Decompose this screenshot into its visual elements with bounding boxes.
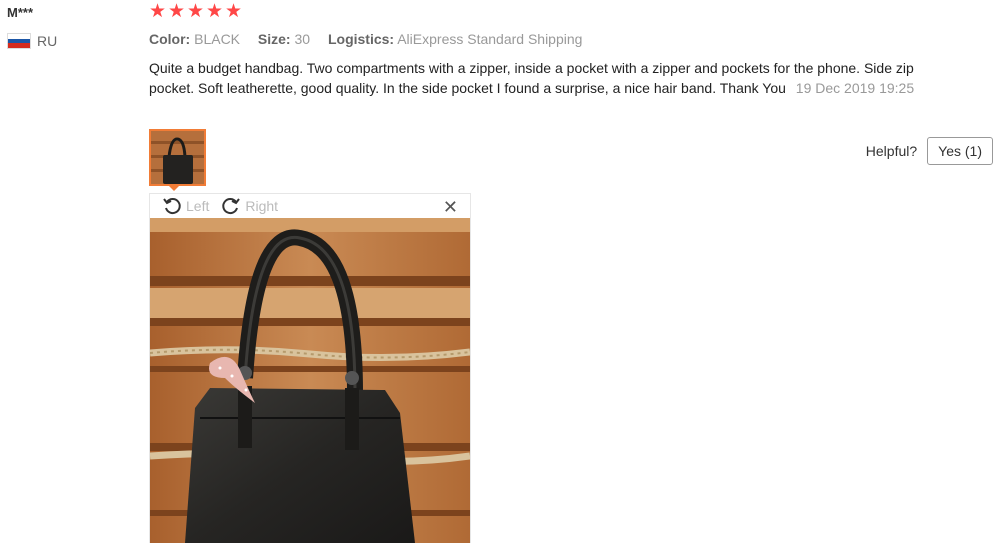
close-icon[interactable]: ✕ xyxy=(443,197,458,218)
photo-viewer: Left Right ✕ xyxy=(149,193,471,543)
star-icon: ★ xyxy=(168,1,186,22)
rotate-left-button[interactable]: Left xyxy=(162,196,209,216)
review-photo-thumbnail[interactable] xyxy=(149,129,206,186)
order-attributes: Color: BLACK Size: 30 Logistics: AliExpr… xyxy=(149,31,596,47)
attr-key-color: Color: xyxy=(149,31,191,47)
review-item: M*** RU ★ ★ ★ ★ ★ Color: BLACK Size: 30 … xyxy=(0,0,1000,543)
attr-value-logistics: AliExpress Standard Shipping xyxy=(397,31,583,47)
star-rating: ★ ★ ★ ★ ★ xyxy=(149,1,243,22)
rotate-left-label: Left xyxy=(186,198,210,214)
thumbnail-pointer xyxy=(167,184,181,191)
star-icon: ★ xyxy=(225,1,243,22)
rotate-right-button[interactable]: Right xyxy=(221,196,278,216)
handbag-photo xyxy=(150,218,470,543)
reviewer-name: M*** xyxy=(7,5,34,20)
country-code: RU xyxy=(37,33,58,49)
helpful-label: Helpful? xyxy=(865,143,918,159)
handbag-thumbnail-image xyxy=(151,131,204,184)
rotate-right-label: Right xyxy=(245,198,279,214)
photo-viewer-toolbar: Left Right ✕ xyxy=(150,194,470,218)
helpful-yes-button[interactable]: Yes (1) xyxy=(927,137,993,165)
reviewer-country: RU xyxy=(7,33,57,49)
star-icon: ★ xyxy=(149,1,167,22)
star-icon: ★ xyxy=(187,1,205,22)
attr-value-color: BLACK xyxy=(194,31,241,47)
review-body: Quite a budget handbag. Two compartments… xyxy=(149,58,959,98)
star-icon: ★ xyxy=(206,1,224,22)
attr-key-logistics: Logistics: xyxy=(327,31,395,47)
rotate-left-icon xyxy=(163,198,181,215)
rotate-right-icon xyxy=(222,198,241,215)
review-date: 19 Dec 2019 19:25 xyxy=(795,80,915,96)
russia-flag-icon xyxy=(7,33,31,49)
helpful-section: Helpful? Yes (1) xyxy=(866,137,993,165)
attr-value-size: 30 xyxy=(294,31,311,47)
attr-key-size: Size: xyxy=(257,31,291,47)
